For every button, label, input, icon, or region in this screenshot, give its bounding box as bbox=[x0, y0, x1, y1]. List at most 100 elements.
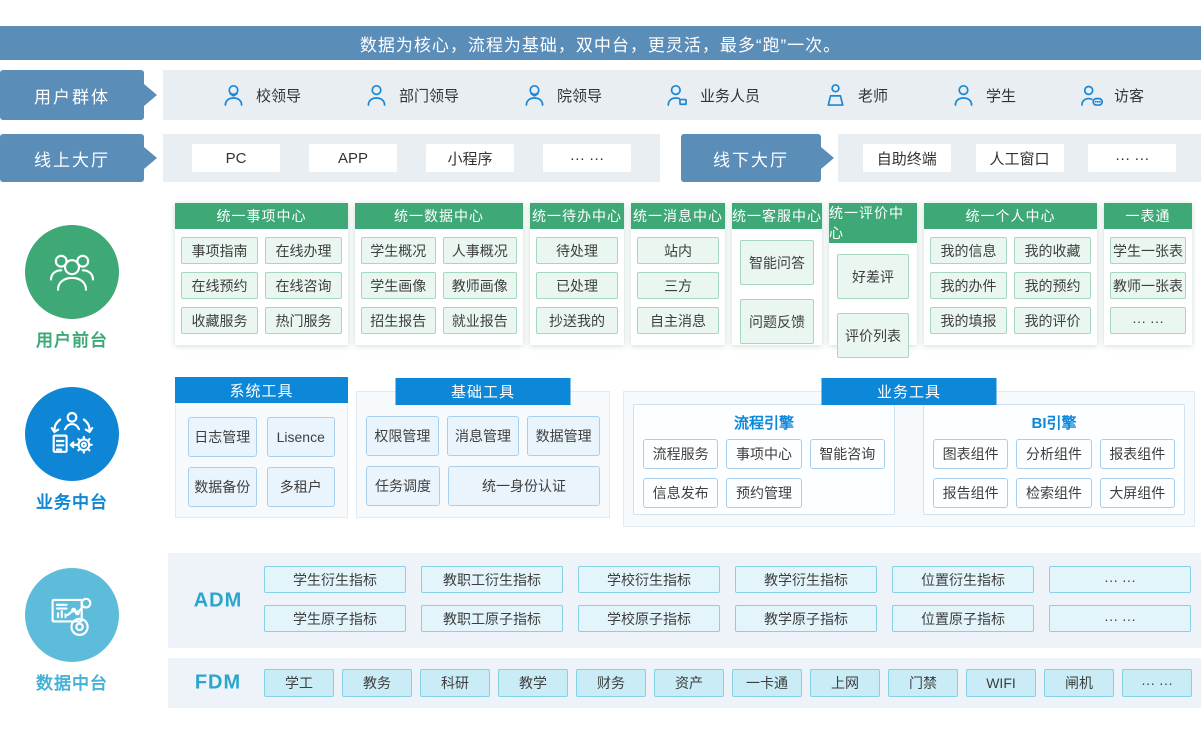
column-body: 好差评评价列表 bbox=[829, 243, 917, 369]
bi-engine-row1: 图表组件分析组件报表组件 bbox=[933, 439, 1175, 469]
adm-indicator-chip: 教职工衍生指标 bbox=[421, 566, 563, 593]
college-leader-icon bbox=[521, 82, 548, 109]
engines: 流程引擎 流程服务事项中心智能咨询 信息发布预约管理 BI引擎 图表组件分析组件… bbox=[624, 392, 1194, 526]
front-chip: 教师一张表 bbox=[1110, 272, 1186, 299]
process-engine-row1: 流程服务事项中心智能咨询 bbox=[643, 439, 885, 469]
bi-engine-chip: 分析组件 bbox=[1016, 439, 1091, 469]
fdm-source-chip: 科研 bbox=[420, 669, 490, 697]
student-icon bbox=[950, 82, 977, 109]
fdm-source-chip: 教学 bbox=[498, 669, 568, 697]
column-title: 统一评价中心 bbox=[829, 203, 917, 243]
offline-hall-band: 自助终端人工窗口··· ··· bbox=[838, 134, 1201, 182]
front-chip: 在线咨询 bbox=[265, 272, 342, 299]
front-chip: 待处理 bbox=[536, 237, 618, 264]
adm-indicator-chip: 学校原子指标 bbox=[578, 605, 720, 632]
process-engine-chip: 事项中心 bbox=[726, 439, 801, 469]
teacher-icon bbox=[822, 82, 849, 109]
school-leader-icon bbox=[220, 82, 247, 109]
bi-engine-panel: BI引擎 图表组件分析组件报表组件 报告组件检索组件大屏组件 bbox=[923, 404, 1185, 515]
offline-channel-chip: ··· ··· bbox=[1088, 144, 1176, 172]
column-body: 我的信息我的收藏我的办件我的预约我的填报我的评价 bbox=[924, 229, 1097, 345]
column-title: 一表通 bbox=[1104, 203, 1192, 229]
user-group-item: 业务人员 bbox=[664, 82, 760, 109]
bi-engine-chip: 检索组件 bbox=[1016, 478, 1091, 508]
basic-tools-body: 权限管理消息管理数据管理 任务调度统一身份认证 bbox=[357, 392, 609, 506]
offline-hall-tag: 线下大厅 bbox=[681, 134, 821, 182]
front-chip: 学生一张表 bbox=[1110, 237, 1186, 264]
user-group-label: 老师 bbox=[858, 85, 888, 106]
user-group-label: 业务人员 bbox=[700, 85, 760, 106]
front-chip: 我的办件 bbox=[930, 272, 1007, 299]
fdm-source-chip: 教务 bbox=[342, 669, 412, 697]
user-group-label: 校领导 bbox=[256, 85, 301, 106]
bi-engine-row2: 报告组件检索组件大屏组件 bbox=[933, 478, 1175, 508]
fdm-source-chip: 门禁 bbox=[888, 669, 958, 697]
front-chip: 收藏服务 bbox=[181, 307, 258, 334]
adm-band: ADM 学生衍生指标教职工衍生指标学校衍生指标教学衍生指标位置衍生指标··· ·… bbox=[168, 553, 1201, 648]
front-chip: 抄送我的 bbox=[536, 307, 618, 334]
column-body: 学生一张表教师一张表··· ··· bbox=[1104, 229, 1192, 345]
process-engine-chip: 预约管理 bbox=[726, 478, 801, 508]
users-group-icon bbox=[25, 225, 119, 319]
business-tools-panel: 业务工具 流程引擎 流程服务事项中心智能咨询 信息发布预约管理 BI引擎 图表组… bbox=[623, 391, 1195, 527]
user-group-item: 院领导 bbox=[521, 82, 602, 109]
adm-indicator-chip: 位置衍生指标 bbox=[892, 566, 1034, 593]
column-message-center: 统一消息中心 站内三方自主消息 bbox=[631, 203, 725, 345]
column-evaluation-center: 统一评价中心 好差评评价列表 bbox=[829, 203, 917, 345]
fdm-row: 学工教务科研教学财务资产一卡通上网门禁WIFI闸机··· ··· bbox=[264, 669, 1192, 697]
front-chip: 我的信息 bbox=[930, 237, 1007, 264]
column-matter-center: 统一事项中心 事项指南在线办理在线预约在线咨询收藏服务热门服务 bbox=[175, 203, 348, 345]
process-engine-chip: 信息发布 bbox=[643, 478, 718, 508]
user-groups-band: 校领导 部门领导 院领导 业务人员 老师 学生 访客 bbox=[163, 70, 1201, 120]
fdm-source-chip: ··· ··· bbox=[1122, 669, 1192, 697]
front-platform-label: 用户前台 bbox=[24, 326, 120, 351]
architecture-diagram: 数据为核心，流程为基础，双中台，更灵活，最多“跑”一次。 用户群体 校领导 部门… bbox=[0, 0, 1201, 738]
column-data-center: 统一数据中心 学生概况人事概况学生画像教师画像招生报告就业报告 bbox=[355, 203, 523, 345]
process-engine-chip: 流程服务 bbox=[643, 439, 718, 469]
front-chip: 事项指南 bbox=[181, 237, 258, 264]
adm-indicator-chip: 学生原子指标 bbox=[264, 605, 406, 632]
business-platform-label: 业务中台 bbox=[24, 488, 120, 513]
user-group-item: 访客 bbox=[1078, 82, 1144, 109]
front-chip: 招生报告 bbox=[361, 307, 436, 334]
front-platform-columns: 统一事项中心 事项指南在线办理在线预约在线咨询收藏服务热门服务 统一数据中心 学… bbox=[175, 203, 1192, 345]
process-engine-title: 流程引擎 bbox=[643, 412, 885, 436]
user-group-label: 访客 bbox=[1114, 85, 1144, 106]
process-engine-panel: 流程引擎 流程服务事项中心智能咨询 信息发布预约管理 bbox=[633, 404, 895, 515]
adm-indicator-chip: 教学衍生指标 bbox=[735, 566, 877, 593]
online-channel-chip: APP bbox=[309, 144, 397, 172]
column-body: 智能问答问题反馈 bbox=[732, 229, 822, 355]
adm-indicator-chip: ··· ··· bbox=[1049, 605, 1191, 632]
column-title: 统一事项中心 bbox=[175, 203, 348, 229]
front-chip: 在线办理 bbox=[265, 237, 342, 264]
adm-indicator-chip: 教学原子指标 bbox=[735, 605, 877, 632]
visitor-icon bbox=[1078, 82, 1105, 109]
column-one-table: 一表通 学生一张表教师一张表··· ··· bbox=[1104, 203, 1192, 345]
business-staff-icon bbox=[664, 82, 691, 109]
user-group-item: 校领导 bbox=[220, 82, 301, 109]
front-chip: 自主消息 bbox=[637, 307, 719, 334]
front-chip: 智能问答 bbox=[740, 240, 814, 285]
bi-engine-title: BI引擎 bbox=[933, 412, 1175, 436]
adm-label: ADM bbox=[185, 589, 251, 612]
front-chip: 热门服务 bbox=[265, 307, 342, 334]
column-personal-center: 统一个人中心 我的信息我的收藏我的办件我的预约我的填报我的评价 bbox=[924, 203, 1097, 345]
online-channel-chip: PC bbox=[192, 144, 280, 172]
basic-tools-panel: 基础工具 权限管理消息管理数据管理 任务调度统一身份认证 bbox=[356, 391, 610, 518]
adm-indicator-chip: 学生衍生指标 bbox=[264, 566, 406, 593]
fdm-source-chip: 上网 bbox=[810, 669, 880, 697]
system-tool-chip: 日志管理 bbox=[188, 417, 257, 457]
column-todo-center: 统一待办中心 待处理已处理抄送我的 bbox=[530, 203, 624, 345]
column-body: 站内三方自主消息 bbox=[631, 229, 725, 345]
data-platform-label: 数据中台 bbox=[24, 669, 120, 694]
column-body: 待处理已处理抄送我的 bbox=[530, 229, 624, 345]
bi-engine-chip: 报告组件 bbox=[933, 478, 1008, 508]
fdm-source-chip: 财务 bbox=[576, 669, 646, 697]
fdm-source-chip: 学工 bbox=[264, 669, 334, 697]
system-tool-chip: Lisence bbox=[267, 417, 336, 457]
basic-tool-chip: 权限管理 bbox=[366, 416, 439, 456]
online-channel-chip: 小程序 bbox=[426, 144, 514, 172]
offline-channel-chip: 人工窗口 bbox=[976, 144, 1064, 172]
system-tools-body: 日志管理Lisence数据备份多租户 bbox=[175, 403, 348, 518]
basic-tool-chip: 数据管理 bbox=[527, 416, 600, 456]
